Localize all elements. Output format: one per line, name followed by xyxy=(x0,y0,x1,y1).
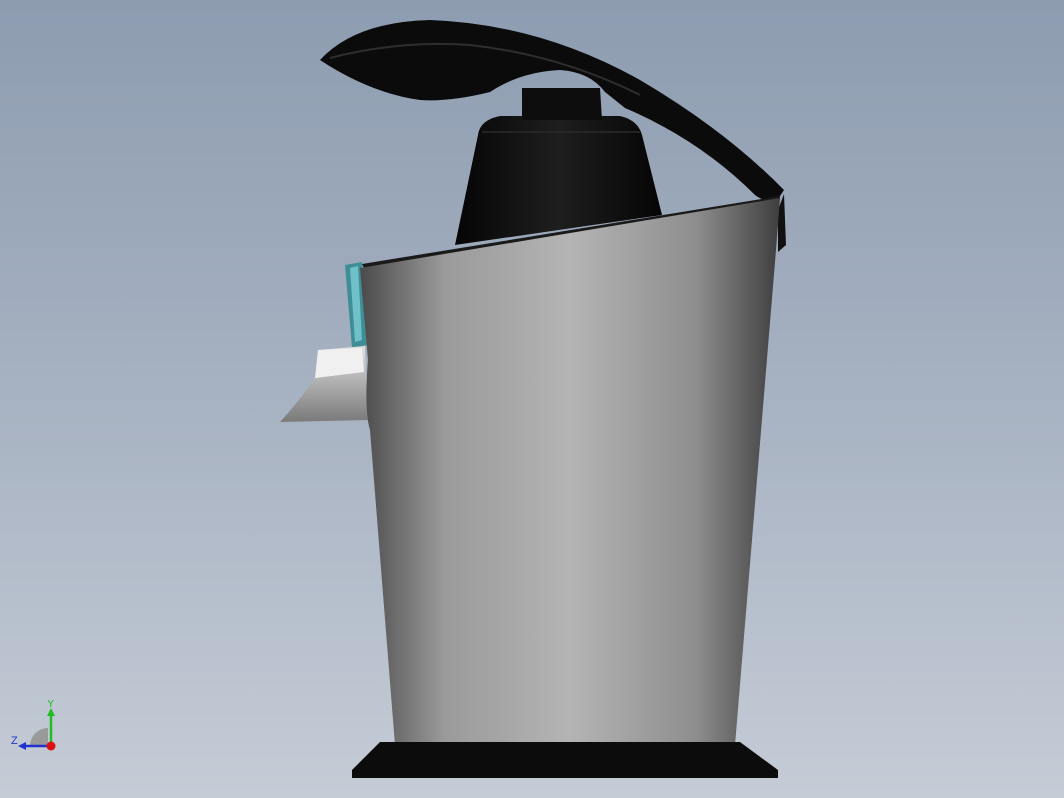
juicer-model[interactable] xyxy=(0,0,1064,798)
y-axis-label: Y xyxy=(47,700,55,710)
cad-viewport[interactable]: Y Z xyxy=(0,0,1064,798)
z-axis-label: Z xyxy=(11,735,18,747)
juicer-body xyxy=(360,198,780,745)
handle-stem xyxy=(522,88,602,120)
triad-base-icon xyxy=(30,728,48,746)
x-axis-icon xyxy=(46,741,56,751)
coordinate-triad: Y Z xyxy=(11,700,56,751)
base xyxy=(352,742,778,778)
